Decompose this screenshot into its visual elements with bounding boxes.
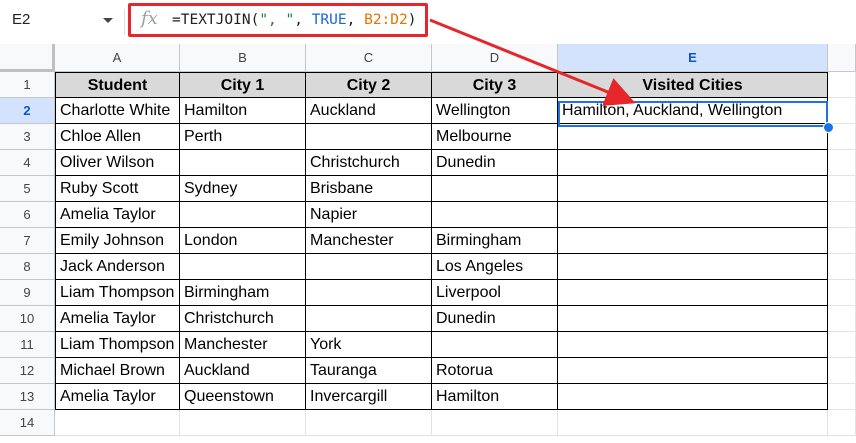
annotation-arrow <box>429 18 636 106</box>
